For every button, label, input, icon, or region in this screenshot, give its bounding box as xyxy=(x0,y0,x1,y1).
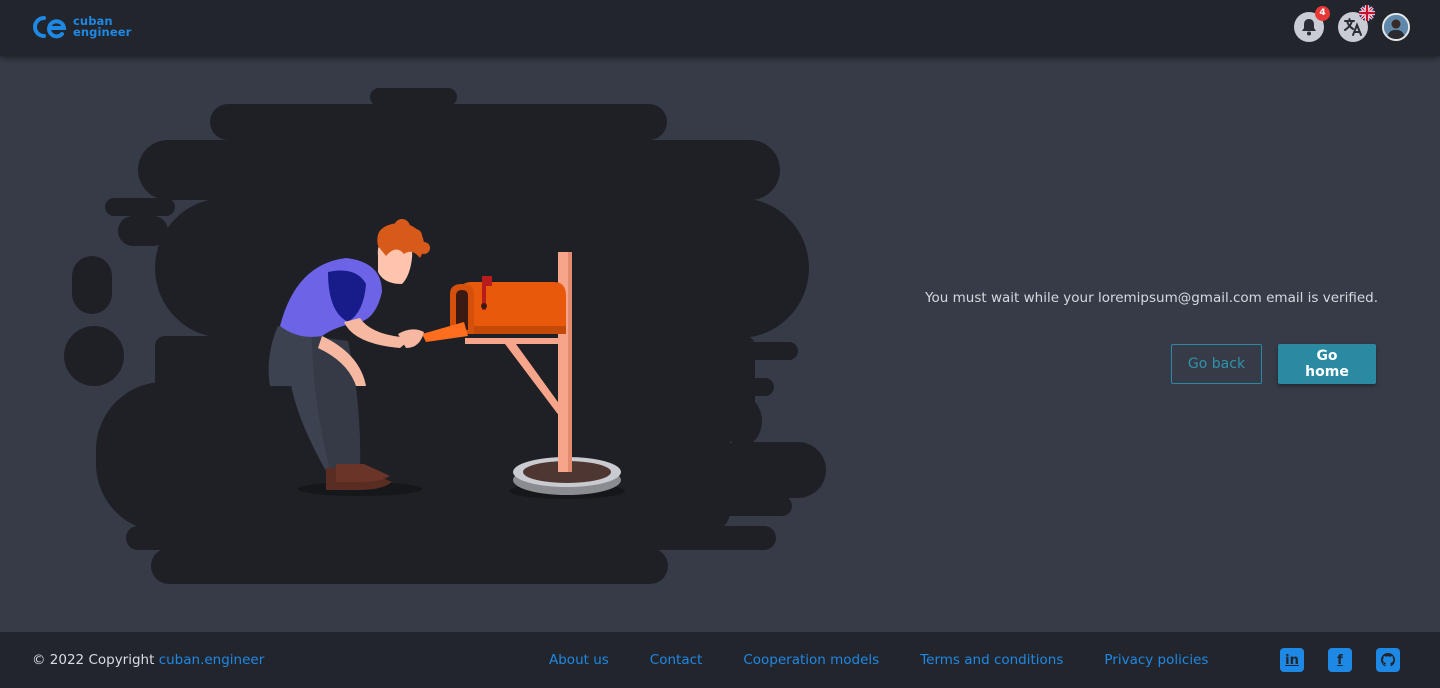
github-icon[interactable] xyxy=(1376,648,1400,672)
footer-link-cooperation-models[interactable]: Cooperation models xyxy=(743,652,879,668)
notification-count-badge: 4 xyxy=(1315,6,1330,21)
footer-link-privacy[interactable]: Privacy policies xyxy=(1104,652,1208,668)
translate-icon xyxy=(1344,18,1362,36)
copyright-link[interactable]: cuban.engineer xyxy=(159,652,265,668)
copyright-text: © 2022 Copyright xyxy=(32,652,155,668)
go-back-button[interactable]: Go back xyxy=(1171,344,1262,384)
top-navbar: cuban engineer 4 xyxy=(0,0,1440,56)
logo-line-2: engineer xyxy=(73,25,132,39)
action-buttons: Go back Go home xyxy=(1171,344,1376,384)
notifications-button[interactable]: 4 xyxy=(1294,6,1330,42)
mailbox-illustration xyxy=(64,88,826,584)
footer-link-about-us[interactable]: About us xyxy=(549,652,609,668)
facebook-icon[interactable]: f xyxy=(1328,648,1352,672)
logo[interactable]: cuban engineer xyxy=(31,13,131,41)
footer: © 2022 Copyright cuban.engineer About us… xyxy=(0,632,1440,688)
go-home-button[interactable]: Go home xyxy=(1278,344,1376,384)
bell-icon xyxy=(1302,19,1316,36)
github-mark-icon xyxy=(1381,653,1395,667)
footer-nav: About us Contact Cooperation models Term… xyxy=(549,652,1249,668)
header-actions: 4 xyxy=(1294,5,1410,42)
verification-message: You must wait while your loremipsum@gmai… xyxy=(925,290,1378,306)
avatar[interactable] xyxy=(1382,13,1410,41)
user-photo xyxy=(1384,15,1408,39)
copyright: © 2022 Copyright cuban.engineer xyxy=(32,652,264,668)
linkedin-icon[interactable]: in xyxy=(1280,648,1304,672)
footer-link-terms[interactable]: Terms and conditions xyxy=(920,652,1063,668)
uk-flag-icon xyxy=(1359,5,1375,21)
social-links: in f xyxy=(1280,648,1400,672)
logo-text: cuban engineer xyxy=(73,15,132,39)
language-button[interactable] xyxy=(1338,5,1375,42)
logo-mark-icon xyxy=(33,16,67,39)
footer-link-contact[interactable]: Contact xyxy=(650,652,703,668)
